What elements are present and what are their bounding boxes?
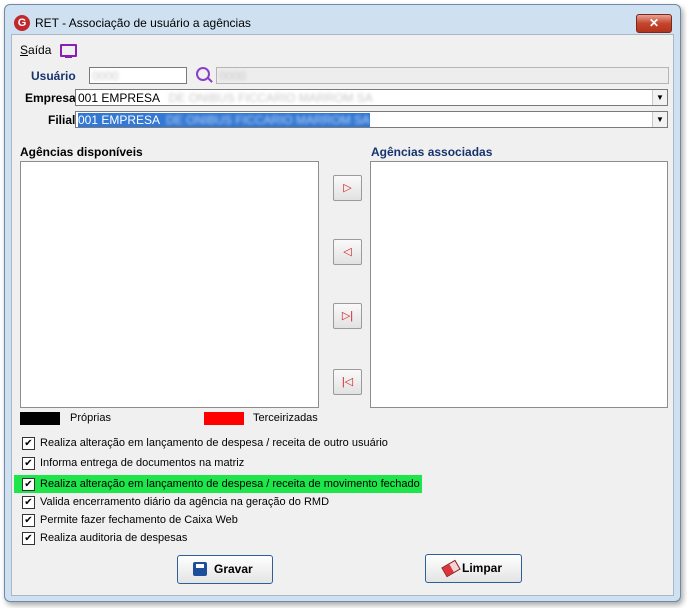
empresa-label: Empresa <box>25 91 76 105</box>
menu-saida-label: aída <box>28 43 52 57</box>
eraser-icon <box>441 559 461 578</box>
checkbox-checked-icon[interactable]: ✔ <box>22 532 35 545</box>
add-agency-button[interactable]: ▷ <box>333 175 362 201</box>
add-all-agencies-button[interactable]: ▷| <box>333 303 362 329</box>
clear-button-label: Limpar <box>462 561 503 575</box>
checkbox-checked-icon[interactable]: ✔ <box>22 514 35 527</box>
filial-label: Filial <box>48 113 76 127</box>
empresa-obscured: DE ONIBUS FICCARIO MARROM SA <box>168 91 373 105</box>
save-button-label: Gravar <box>214 562 253 576</box>
available-agencies-list[interactable] <box>20 161 319 408</box>
search-icon[interactable] <box>196 67 210 81</box>
window-title: RET - Associação de usuário a agências <box>35 16 251 30</box>
option-label: Realiza alteração em lançamento de despe… <box>40 478 420 490</box>
main-window: G RET - Associação de usuário a agências… <box>4 4 681 602</box>
empresa-dropdown-arrow-icon[interactable]: ▼ <box>652 90 667 105</box>
associated-agencies-list[interactable] <box>370 161 668 408</box>
option-label: Realiza alteração em lançamento de despe… <box>40 437 388 449</box>
third-party-color-swatch <box>204 412 244 425</box>
filial-select[interactable]: 001 EMPRESA DE ONIBUS FICCARIO MARROM SA … <box>75 111 668 128</box>
title-bar: G RET - Associação de usuário a agências… <box>5 5 680 33</box>
option-label: Realiza auditoria de despesas <box>40 532 188 544</box>
menu-saida[interactable]: Saída <box>20 43 51 57</box>
own-color-swatch <box>20 412 60 425</box>
option-label: Informa entrega de documentos na matriz <box>40 457 245 469</box>
filial-value: 001 EMPRESA <box>78 113 161 127</box>
option-label: Valida encerramento diário da agência na… <box>40 496 330 508</box>
close-button[interactable]: ✕ <box>636 14 672 33</box>
usuario-label: Usuário <box>31 69 76 83</box>
save-button[interactable]: Gravar <box>177 555 273 584</box>
usuario-name-value: 0000 <box>219 69 246 83</box>
checkbox-checked-icon[interactable]: ✔ <box>22 496 35 509</box>
associated-agencies-title: Agências associadas <box>371 145 493 159</box>
usuario-code-value: 0000 <box>92 69 119 83</box>
checkbox-checked-icon[interactable]: ✔ <box>22 437 35 450</box>
floppy-disk-icon <box>193 562 207 576</box>
usuario-code-input[interactable]: 0000 <box>89 67 187 84</box>
checkbox-checked-icon[interactable]: ✔ <box>22 478 35 491</box>
own-legend-label: Próprias <box>70 412 111 424</box>
empresa-value: 001 EMPRESA <box>78 91 160 105</box>
menu-saida-mnemonic: S <box>20 43 29 57</box>
monitor-icon[interactable] <box>60 44 77 58</box>
usuario-name-field: 0000 <box>216 67 669 84</box>
dialog-body: Saída Usuário 0000 0000 Empresa 001 EMPR… <box>11 34 674 596</box>
app-logo-icon: G <box>14 15 30 31</box>
remove-agency-button[interactable]: ◁ <box>333 239 362 265</box>
option-label: Permite fazer fechamento de Caixa Web <box>40 514 238 526</box>
filial-obscured: DE ONIBUS FICCARIO MARROM SA <box>166 113 371 127</box>
checkbox-checked-icon[interactable]: ✔ <box>22 457 35 470</box>
clear-button[interactable]: Limpar <box>425 554 522 583</box>
filial-selection: 001 EMPRESA DE ONIBUS FICCARIO MARROM SA <box>78 113 371 127</box>
available-agencies-title: Agências disponíveis <box>20 145 143 159</box>
third-party-legend-label: Terceirizadas <box>253 412 318 424</box>
empresa-select[interactable]: 001 EMPRESA DE ONIBUS FICCARIO MARROM SA… <box>75 89 668 106</box>
remove-all-agencies-button[interactable]: |◁ <box>333 369 362 395</box>
filial-dropdown-arrow-icon[interactable]: ▼ <box>652 112 667 127</box>
